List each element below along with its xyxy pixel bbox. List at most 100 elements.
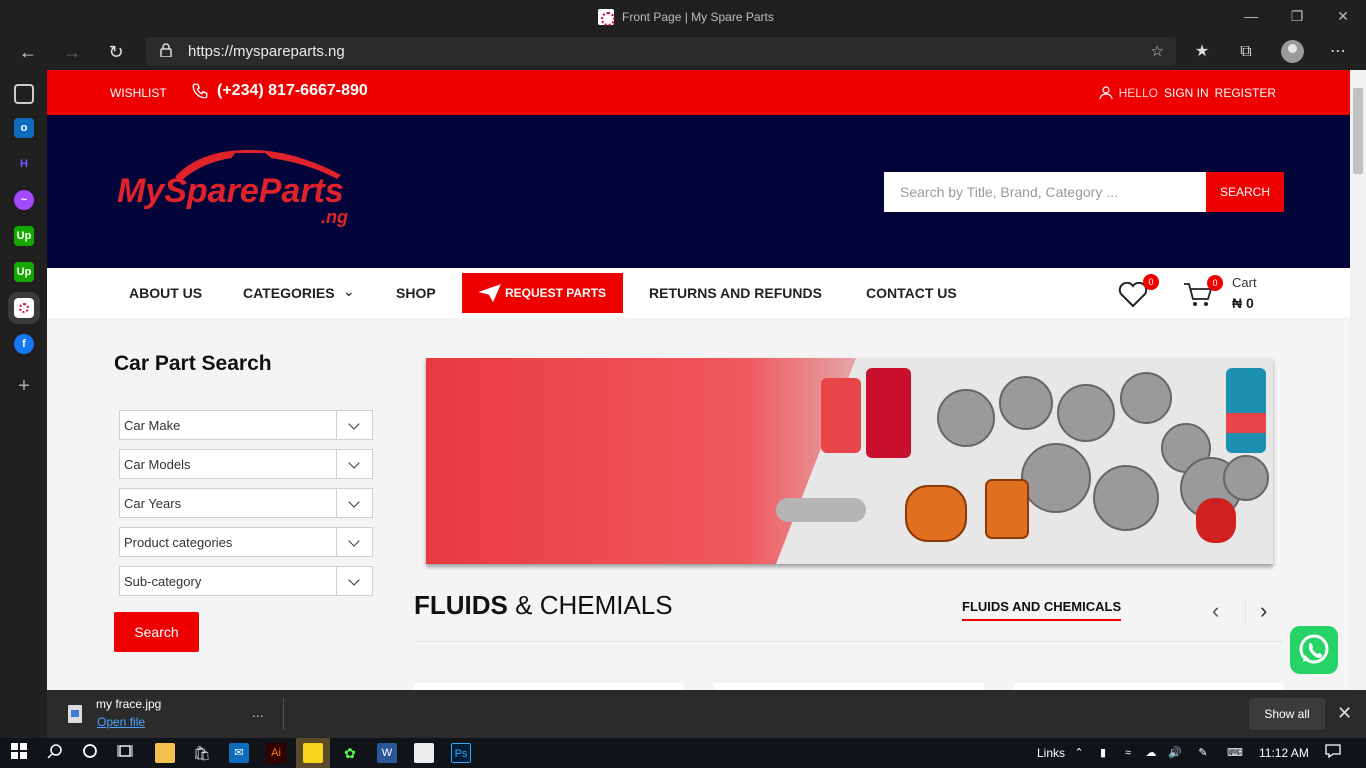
profile-avatar[interactable] <box>1281 40 1304 63</box>
whatsapp-chat-button[interactable] <box>1290 626 1338 674</box>
forward-arrow-icon[interactable]: → <box>61 41 83 63</box>
site-logo[interactable]: MySpareParts .ng <box>115 145 365 227</box>
whatsapp-icon <box>1299 634 1329 664</box>
tab-actions-icon[interactable] <box>14 84 34 104</box>
upwork-icon[interactable]: Up <box>14 226 34 246</box>
mail-icon[interactable]: ✉ <box>229 743 249 763</box>
wishlist-link[interactable]: WISHLIST <box>110 86 167 100</box>
car-part-search-button[interactable]: Search <box>114 612 199 652</box>
chevron-down-icon <box>336 411 372 439</box>
restore-icon[interactable]: ❐ <box>1287 6 1307 26</box>
chevron-right-icon[interactable]: › <box>1260 598 1267 624</box>
close-window-icon[interactable]: ✕ <box>1333 6 1353 26</box>
chevron-left-icon[interactable]: ‹ <box>1212 598 1219 624</box>
phone-contact[interactable]: (+234) 817-6667-890 <box>191 82 368 100</box>
phone-icon <box>192 83 208 99</box>
nav-shop[interactable]: SHOP <box>396 285 436 301</box>
cart-total: ₦ 0 <box>1232 295 1254 311</box>
store-icon[interactable]: 🛍 <box>192 743 212 763</box>
windows-start-icon[interactable] <box>9 743 29 763</box>
hero-banner[interactable] <box>426 358 1273 564</box>
sign-in-link[interactable]: SIGN IN <box>1164 86 1209 100</box>
sub-category-select[interactable]: Sub-category <box>119 566 373 596</box>
outlook-icon[interactable]: o <box>14 118 34 138</box>
refresh-icon[interactable]: ↻ <box>105 41 127 63</box>
car-models-select[interactable]: Car Models <box>119 449 373 479</box>
logo-text: MySpareParts <box>117 172 344 210</box>
notifications-icon[interactable] <box>1323 743 1343 763</box>
nav-categories[interactable]: CATEGORIES <box>243 285 335 301</box>
product-card[interactable] <box>414 683 684 690</box>
nav-about-us[interactable]: ABOUT US <box>129 285 202 301</box>
top-bar: WISHLIST (+234) 817-6667-890 HELLO SIGN … <box>47 70 1350 115</box>
product-categories-select[interactable]: Product categories <box>119 527 373 557</box>
myspareparts-app-icon[interactable] <box>8 292 40 324</box>
chevron-down-icon <box>336 489 372 517</box>
main-content: Car Part Search Car Make Car Models Car … <box>47 318 1350 690</box>
open-file-link[interactable]: Open file <box>97 715 145 729</box>
download-more-icon[interactable]: ... <box>252 704 264 720</box>
minimize-icon[interactable]: — <box>1241 6 1261 26</box>
search-icon[interactable] <box>45 743 65 763</box>
pen-icon[interactable]: ✎ <box>1193 743 1213 763</box>
wifi-icon[interactable]: ≈ <box>1118 743 1138 763</box>
car-years-select[interactable]: Car Years <box>119 488 373 518</box>
section-title-bold: FLUIDS <box>414 590 508 620</box>
sticky-notes-icon[interactable] <box>303 743 323 763</box>
page-scrollbar[interactable] <box>1350 70 1366 690</box>
chevron-down-icon <box>336 450 372 478</box>
battery-icon[interactable]: ▮ <box>1093 743 1113 763</box>
add-app-icon[interactable]: + <box>14 376 34 396</box>
search-input[interactable]: Search by Title, Brand, Category ... <box>884 172 1206 212</box>
request-parts-button[interactable]: REQUEST PARTS <box>462 273 623 313</box>
messenger-icon[interactable]: ~ <box>14 190 34 210</box>
product-card[interactable] <box>714 683 984 690</box>
product-card[interactable] <box>1014 683 1284 690</box>
cart-label[interactable]: Cart <box>1232 275 1257 290</box>
spare-parts-banner-image <box>776 358 1273 564</box>
show-all-downloads-button[interactable]: Show all <box>1249 698 1325 730</box>
section-divider <box>414 641 1284 642</box>
car-make-select[interactable]: Car Make <box>119 410 373 440</box>
search-button[interactable]: SEARCH <box>1206 172 1284 212</box>
keyboard-icon[interactable]: ⌨ <box>1222 743 1248 763</box>
cortana-icon[interactable] <box>80 743 100 763</box>
nav-contact-us[interactable]: CONTACT US <box>866 285 957 301</box>
app-h-icon[interactable]: H <box>14 154 34 174</box>
task-view-icon[interactable] <box>115 743 135 763</box>
tab-title-text: Front Page | My Spare Parts <box>622 10 774 24</box>
section-title: FLUIDS & CHEMIALS <box>414 590 673 621</box>
links-toolbar[interactable]: Links <box>1037 746 1065 760</box>
nav-returns-refunds[interactable]: RETURNS AND REFUNDS <box>649 285 822 301</box>
document-icon[interactable] <box>414 743 434 763</box>
chevron-down-icon <box>336 567 372 595</box>
download-bar: my frace.jpg Open file ... Show all ✕ <box>47 690 1366 738</box>
fluids-chemicals-tab[interactable]: FLUIDS AND CHEMICALS <box>962 599 1122 621</box>
add-favorite-icon[interactable]: ☆ <box>1151 42 1164 60</box>
volume-icon[interactable]: 🔊 <box>1165 743 1185 763</box>
browser-toolbar: ← → ↻ https://myspareparts.ng ☆ ★ ⧉ ⋯ <box>0 33 1366 70</box>
game-app-icon[interactable]: ✿ <box>340 743 360 763</box>
back-arrow-icon[interactable]: ← <box>17 41 39 63</box>
register-link[interactable]: REGISTER <box>1215 86 1276 100</box>
facebook-icon[interactable]: f <box>14 334 34 354</box>
close-download-bar-icon[interactable]: ✕ <box>1337 703 1352 724</box>
favorites-icon[interactable]: ★ <box>1191 41 1213 63</box>
photoshop-icon[interactable]: Ps <box>451 743 471 763</box>
chevron-up-icon[interactable]: ⌃ <box>1069 743 1089 763</box>
scrollbar-thumb[interactable] <box>1353 88 1363 174</box>
onedrive-icon[interactable]: ☁ <box>1141 743 1161 763</box>
download-divider <box>283 698 284 730</box>
clock[interactable]: 11:12 AM <box>1259 746 1309 760</box>
illustrator-icon[interactable]: Ai <box>266 743 286 763</box>
upwork-icon-2[interactable]: Up <box>14 262 34 282</box>
address-bar[interactable]: https://myspareparts.ng ☆ <box>146 37 1176 66</box>
file-explorer-icon[interactable] <box>155 743 175 763</box>
car-part-search-title: Car Part Search <box>114 352 272 375</box>
tab-title[interactable]: Front Page | My Spare Parts <box>598 9 774 26</box>
chevron-down-icon[interactable]: ⌄ <box>343 283 355 300</box>
download-file-name: my frace.jpg <box>96 697 162 711</box>
collections-icon[interactable]: ⧉ <box>1235 41 1257 63</box>
word-icon[interactable]: W <box>377 743 397 763</box>
more-menu-icon[interactable]: ⋯ <box>1327 41 1349 63</box>
